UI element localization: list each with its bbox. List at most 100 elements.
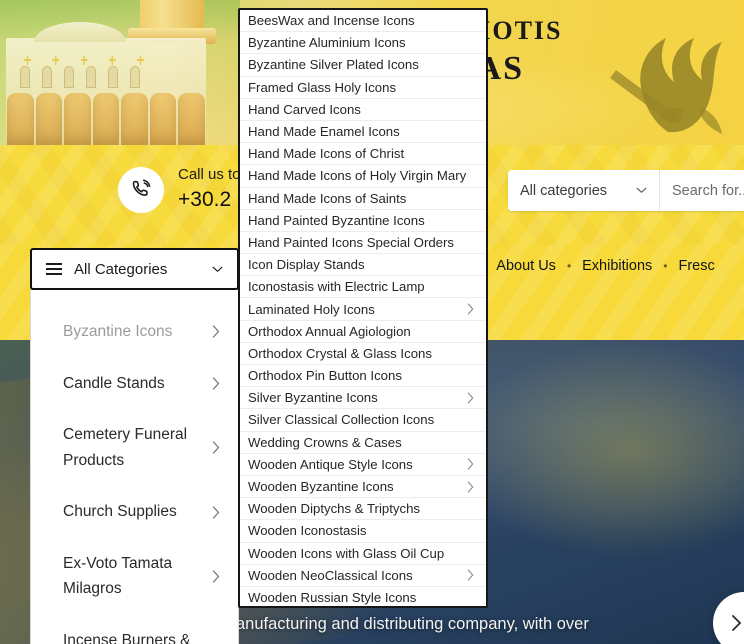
search-bar: All categories <box>508 170 744 211</box>
chevron-right-icon <box>212 325 220 338</box>
phone-text-block: Call us to +30.2 <box>178 166 241 213</box>
chevron-right-icon <box>467 392 474 404</box>
all-categories-label: All Categories <box>74 260 168 278</box>
submenu-item[interactable]: Wooden Iconostasis <box>240 520 486 543</box>
category-list: Byzantine Icons Candle Stands Cemetery F… <box>30 290 239 644</box>
submenu-item[interactable]: Silver Classical Collection Icons <box>240 409 486 432</box>
submenu-item[interactable]: Orthodox Crystal & Glass Icons <box>240 343 486 365</box>
nav-separator: • <box>566 259 572 273</box>
byzantine-icons-submenu: BeesWax and Incense Icons Byzantine Alumi… <box>238 8 488 608</box>
submenu-item[interactable]: Wedding Crowns & Cases <box>240 432 486 454</box>
submenu-item[interactable]: Orthodox Annual Agiologion <box>240 321 486 343</box>
submenu-item-label: Wooden Iconostasis <box>248 523 367 539</box>
chevron-right-icon <box>212 441 220 454</box>
phone-ring-icon <box>118 166 164 213</box>
submenu-item-label: Hand Painted Icons Special Orders <box>248 234 454 250</box>
submenu-item-label: Wooden Antique Style Icons <box>248 456 413 472</box>
church-building-photo <box>0 0 240 145</box>
category-item-label: Byzantine Icons <box>63 323 173 340</box>
submenu-item[interactable]: Wooden Icons with Glass Oil Cup <box>240 543 486 565</box>
submenu-item[interactable]: Icon Display Stands <box>240 254 486 277</box>
chevron-right-icon <box>467 303 474 315</box>
submenu-item-label: Silver Byzantine Icons <box>248 390 378 406</box>
submenu-item-label: Framed Glass Holy Icons <box>248 79 397 95</box>
category-item-label: Ex-Voto Tamata Milagros <box>63 554 173 598</box>
nav-item-about-us[interactable]: About Us <box>496 258 556 274</box>
page-root: GIOTIS RAS Call us to +30.2 All ca <box>0 0 744 644</box>
search-input[interactable] <box>660 170 744 211</box>
submenu-item[interactable]: Byzantine Silver Plated Icons <box>240 54 486 77</box>
submenu-item[interactable]: Hand Painted Icons Special Orders <box>240 232 486 255</box>
banner-church <box>6 22 206 145</box>
submenu-item-label: Silver Classical Collection Icons <box>248 412 435 428</box>
phone-label: Call us to <box>178 166 241 183</box>
chevron-down-icon <box>212 266 223 272</box>
church-windows <box>10 66 202 92</box>
submenu-item[interactable]: Wooden Russian Style Icons <box>240 587 486 606</box>
submenu-item[interactable]: Wooden Byzantine Icons <box>240 476 486 499</box>
submenu-item-label: Hand Made Icons of Christ <box>248 146 405 162</box>
submenu-item[interactable]: Orthodox Pin Button Icons <box>240 365 486 388</box>
submenu-item-label: Wooden NeoClassical Icons <box>248 567 413 583</box>
submenu-item[interactable]: Iconostasis with Electric Lamp <box>240 276 486 299</box>
submenu-item[interactable]: Wooden Antique Style Icons <box>240 454 486 476</box>
all-categories-toggle[interactable]: All Categories <box>30 248 239 290</box>
search-category-value: All categories <box>520 182 608 199</box>
nav-item-exhibitions[interactable]: Exhibitions <box>582 258 652 274</box>
submenu-item-label: Hand Made Icons of Saints <box>248 190 407 206</box>
submenu-item-label: Wooden Byzantine Icons <box>248 479 394 495</box>
all-categories-panel: All Categories Byzantine Icons Candle St… <box>30 248 239 644</box>
church-arches <box>6 93 206 145</box>
submenu-item-label: Wooden Icons with Glass Oil Cup <box>248 545 445 561</box>
submenu-item-label: Hand Made Icons of Holy Virgin Mary <box>248 168 467 184</box>
chevron-down-icon <box>636 187 647 194</box>
submenu-item-label: Hand Painted Byzantine Icons <box>248 212 425 228</box>
category-item-label: Cemetery Funeral Products <box>63 426 188 469</box>
submenu-item[interactable]: Silver Byzantine Icons <box>240 387 486 410</box>
submenu-item[interactable]: Framed Glass Holy Icons <box>240 77 486 99</box>
chevron-right-icon <box>467 480 474 493</box>
submenu-item[interactable]: Byzantine Aluminium Icons <box>240 32 486 55</box>
submenu-item-label: Iconostasis with Electric Lamp <box>248 279 425 295</box>
submenu-item-label: Hand Carved Icons <box>248 101 361 117</box>
category-item-cemetery-funeral-products[interactable]: Cemetery Funeral Products <box>31 409 238 486</box>
submenu-item-label: Wedding Crowns & Cases <box>248 434 402 450</box>
submenu-item[interactable]: Laminated Holy Icons <box>240 298 486 321</box>
submenu-item[interactable]: Hand Made Icons of Holy Virgin Mary <box>240 165 486 188</box>
submenu-item[interactable]: Hand Made Icons of Christ <box>240 143 486 166</box>
chevron-right-icon <box>212 505 220 519</box>
chevron-right-icon <box>467 458 474 470</box>
submenu-item-label: Hand Made Enamel Icons <box>248 124 400 140</box>
nav-separator: • <box>663 259 668 273</box>
submenu-item-label: Byzantine Silver Plated Icons <box>248 57 419 73</box>
category-item-ex-voto-tamata-milagros[interactable]: Ex-Voto Tamata Milagros <box>31 538 238 615</box>
submenu-item[interactable]: Hand Made Icons of Saints <box>240 188 486 210</box>
main-nav-links: p • About Us • Exhibitions • Fresc <box>462 258 715 274</box>
submenu-item[interactable]: Wooden Diptychs & Triptychs <box>240 498 486 521</box>
submenu-item[interactable]: Hand Carved Icons <box>240 99 486 121</box>
submenu-item[interactable]: Hand Painted Byzantine Icons <box>240 210 486 232</box>
category-item-incense-burners[interactable]: Incense Burners & Orthodox <box>31 615 238 644</box>
submenu-item-label: Orthodox Annual Agiologion <box>248 323 411 339</box>
submenu-item-label: Icon Display Stands <box>248 257 365 273</box>
contact-phone-block[interactable]: Call us to +30.2 <box>118 166 241 213</box>
submenu-item[interactable]: Hand Made Enamel Icons <box>240 121 486 144</box>
chevron-right-icon <box>212 570 220 583</box>
eagle-emblem-icon <box>610 38 722 134</box>
search-category-select[interactable]: All categories <box>508 170 660 211</box>
chevron-right-icon <box>732 615 742 631</box>
submenu-item-label: Byzantine Aluminium Icons <box>248 35 406 51</box>
chevron-right-icon <box>212 377 220 390</box>
category-item-candle-stands[interactable]: Candle Stands <box>31 358 238 410</box>
submenu-item-label: Laminated Holy Icons <box>248 301 375 317</box>
submenu-item-label: Orthodox Crystal & Glass Icons <box>248 345 432 361</box>
category-item-label: Incense Burners & Orthodox <box>63 631 191 644</box>
category-item-byzantine-icons[interactable]: Byzantine Icons <box>31 306 238 358</box>
submenu-item-label: Orthodox Pin Button Icons <box>248 368 402 384</box>
nav-item-frescoes[interactable]: Fresc <box>678 258 714 274</box>
category-item-label: Candle Stands <box>63 374 165 392</box>
submenu-item[interactable]: Wooden NeoClassical Icons <box>240 565 486 587</box>
category-item-church-supplies[interactable]: Church Supplies <box>31 486 238 538</box>
category-item-label: Church Supplies <box>63 503 177 521</box>
submenu-item[interactable]: BeesWax and Incense Icons <box>240 10 486 33</box>
